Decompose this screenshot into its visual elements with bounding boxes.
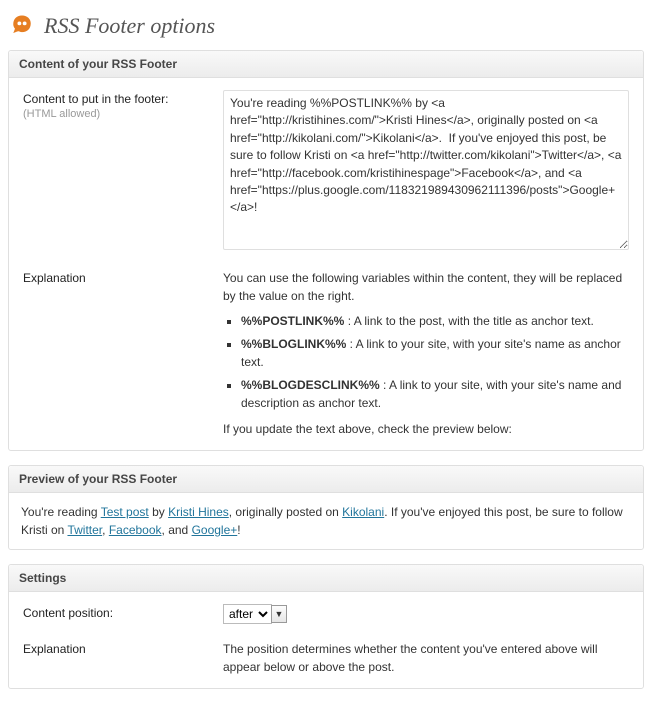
var-name: %%BLOGDESCLINK%% xyxy=(241,378,380,392)
preview-text: ! xyxy=(237,523,240,537)
preview-text: , originally posted on xyxy=(229,505,342,519)
preview-link-facebook[interactable]: Facebook xyxy=(109,523,162,537)
list-item: %%POSTLINK%% : A link to the post, with … xyxy=(241,313,629,330)
content-label-wrap: Content to put in the footer: (HTML allo… xyxy=(23,90,223,253)
settings-section-title: Settings xyxy=(9,565,643,592)
var-name: %%POSTLINK%% xyxy=(241,314,344,328)
chevron-down-icon: ▼ xyxy=(271,605,287,623)
preview-section-title: Preview of your RSS Footer xyxy=(9,466,643,493)
position-select-wrap: after ▼ xyxy=(223,604,287,624)
page-title: RSS Footer options xyxy=(44,13,215,39)
content-control xyxy=(223,90,629,253)
content-row: Content to put in the footer: (HTML allo… xyxy=(23,90,629,253)
var-name: %%BLOGLINK%% xyxy=(241,337,346,351)
preview-text: , and xyxy=(162,523,192,537)
preview-link-author[interactable]: Kristi Hines xyxy=(168,505,229,519)
explanation-label: Explanation xyxy=(23,269,223,438)
explanation-body: You can use the following variables with… xyxy=(223,269,629,438)
var-desc: : A link to the post, with the title as … xyxy=(344,314,593,328)
settings-section: Settings Content position: after ▼ Expla… xyxy=(8,564,644,689)
preview-body: You're reading Test post by Kristi Hines… xyxy=(9,493,643,549)
preview-link-googleplus[interactable]: Google+ xyxy=(192,523,238,537)
content-section-body: Content to put in the footer: (HTML allo… xyxy=(9,78,643,450)
footer-content-textarea[interactable] xyxy=(223,90,629,250)
content-label: Content to put in the footer: xyxy=(23,92,168,106)
position-row: Content position: after ▼ xyxy=(23,604,629,624)
preview-link-blog[interactable]: Kikolani xyxy=(342,505,384,519)
content-section-title: Content of your RSS Footer xyxy=(9,51,643,78)
variable-list: %%POSTLINK%% : A link to the post, with … xyxy=(241,313,629,412)
list-item: %%BLOGLINK%% : A link to your site, with… xyxy=(241,336,629,371)
content-sublabel: (HTML allowed) xyxy=(23,108,100,120)
content-section: Content of your RSS Footer Content to pu… xyxy=(8,50,644,451)
preview-link-twitter[interactable]: Twitter xyxy=(67,523,102,537)
position-control: after ▼ xyxy=(223,604,629,624)
settings-section-body: Content position: after ▼ Explanation Th… xyxy=(9,592,643,688)
explanation-row: Explanation You can use the following va… xyxy=(23,269,629,438)
rss-footer-icon xyxy=(8,12,36,40)
preview-text: You're reading xyxy=(21,505,101,519)
preview-link-post[interactable]: Test post xyxy=(101,505,149,519)
list-item: %%BLOGDESCLINK%% : A link to your site, … xyxy=(241,377,629,412)
preview-text: by xyxy=(149,505,168,519)
preview-text: , xyxy=(102,523,109,537)
position-label: Content position: xyxy=(23,604,223,624)
content-position-select[interactable]: after xyxy=(223,604,272,624)
preview-section: Preview of your RSS Footer You're readin… xyxy=(8,465,644,550)
explanation-intro: You can use the following variables with… xyxy=(223,269,629,305)
explanation-outro: If you update the text above, check the … xyxy=(223,420,629,438)
page-header: RSS Footer options xyxy=(8,8,644,50)
